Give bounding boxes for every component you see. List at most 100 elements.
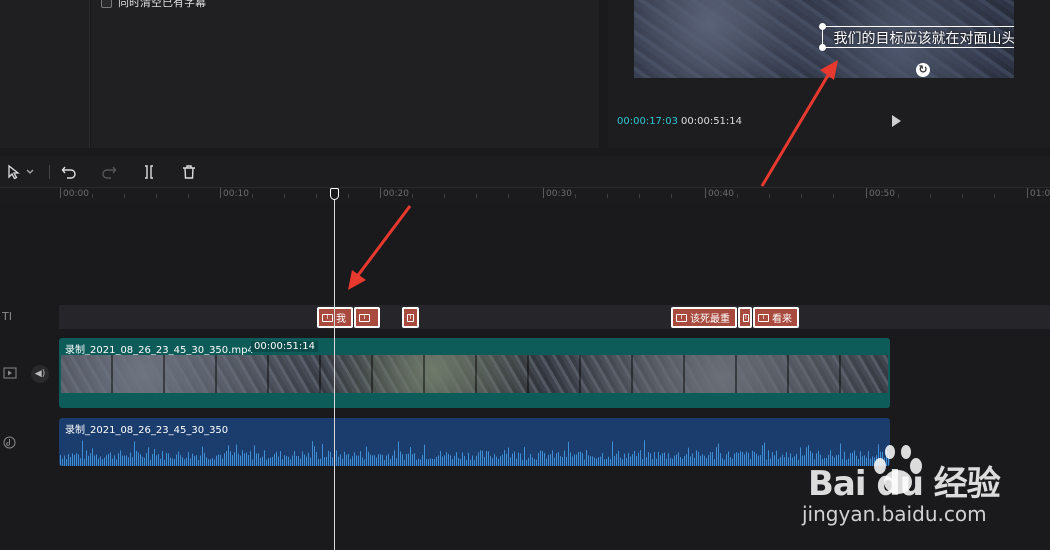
ruler-tick [476,194,477,198]
undo-button[interactable] [60,162,78,182]
waveform-bar [340,454,341,466]
text-clip-icon: T [758,313,769,322]
waveform-bar [598,457,599,466]
watermark-url: jingyan.baidu.com [802,502,987,526]
waveform-bar [122,455,123,466]
waveform-bar [378,454,379,466]
waveform-bar [248,454,249,466]
waveform-bar [546,458,547,466]
toolbar-divider [49,165,50,179]
waveform-bar [100,456,101,466]
video-preview-frame[interactable]: 我们的目标应该就在对面山头 ↻ [634,0,1014,78]
time-ruler[interactable]: 00:00 00:10 00:20 00:30 00:40 00:50 01:0 [0,188,1050,202]
waveform-bar [692,453,693,466]
waveform-bar [186,457,187,466]
waveform-bar [688,447,689,466]
waveform-bar [218,454,219,466]
waveform-bar [648,452,649,466]
waveform-bar [504,449,505,466]
waveform-bar [528,457,529,466]
waveform-bar [210,459,211,466]
waveform-bar [732,458,733,466]
waveform-bar [562,456,563,466]
waveform-bar [106,455,107,466]
waveform-bar [556,453,557,466]
delete-button[interactable] [180,162,198,182]
play-icon[interactable] [892,115,901,127]
waveform-bar [544,452,545,466]
waveform-bar [564,450,565,466]
text-clip[interactable]: T 我 [317,307,353,328]
waveform-bar [478,452,479,466]
waveform-bar [196,455,197,466]
video-clip-duration: 00:00:51:14 [251,341,319,352]
subtitle-selection-box[interactable]: 我们的目标应该就在对面山头 [819,23,1014,51]
text-clip-label: 我 [336,314,346,325]
waveform-bar [70,457,71,466]
rotate-icon[interactable]: ↻ [916,63,930,77]
waveform-bar [302,451,303,466]
waveform-bar [262,456,263,466]
waveform-bar [240,455,241,466]
mute-toggle-button[interactable]: ◀) [31,365,49,383]
waveform-bar [654,452,655,466]
waveform-bar [652,459,653,466]
waveform-bar [650,453,651,466]
waveform-bar [266,459,267,466]
text-clip[interactable]: T [738,307,752,328]
waveform-bar [566,456,567,466]
waveform-bar [108,453,109,466]
waveform-bar [444,455,445,466]
playhead-handle[interactable] [330,188,339,200]
waveform-bar [620,457,621,466]
select-tool-button[interactable] [2,162,40,182]
waveform-bar [728,451,729,466]
waveform-bar [144,457,145,466]
text-clip-label: 该死最重 [690,314,730,325]
clear-subtitles-option[interactable]: 同时清空已有字幕 [101,0,206,10]
waveform-bar [230,451,231,466]
waveform-bar [596,458,597,466]
waveform-bar [160,458,161,466]
video-clip[interactable]: 录制_2021_08_26_23_45_30_350.mp4 00:00:51:… [59,338,890,408]
waveform-bar [382,455,383,466]
waveform-bar [622,459,623,466]
waveform-bar [570,452,571,466]
waveform-bar [158,454,159,466]
text-clip[interactable]: T [354,307,380,328]
text-track[interactable]: T 我 T T T 该死最重 T T 看来 [59,305,1050,329]
waveform-bar [244,453,245,466]
clear-subtitles-checkbox[interactable] [101,0,112,8]
waveform-bar [722,458,723,466]
waveform-bar [176,454,177,466]
text-clip[interactable]: T [402,307,419,328]
waveform-bar [506,453,507,466]
waveform-bar [468,452,469,466]
waveform-bar [438,455,439,466]
text-clip[interactable]: T 看来 [753,307,799,328]
waveform-bar [454,455,455,466]
waveform-bar [182,457,183,466]
waveform-bar [696,450,697,466]
waveform-bar [404,459,405,466]
waveform-bar [348,453,349,466]
playhead-line[interactable] [334,190,335,550]
waveform-bar [318,459,319,466]
ruler-tick [252,194,253,198]
waveform-bar [568,441,569,466]
timeline-toolbar [0,156,1050,188]
waveform-bar [750,459,751,466]
waveform-bar [256,453,257,466]
waveform-bar [298,456,299,466]
waveform-bar [72,453,73,466]
waveform-bar [422,455,423,466]
waveform-bar [780,457,781,466]
waveform-bar [634,450,635,466]
text-clip[interactable]: T 该死最重 [671,307,737,328]
ruler-tick [508,194,509,198]
waveform-bar [714,459,715,466]
audio-clip[interactable]: 录制_2021_08_26_23_45_30_350 [59,418,890,466]
split-button[interactable] [140,162,158,182]
redo-button[interactable] [100,162,118,182]
waveform-bar [80,458,81,466]
